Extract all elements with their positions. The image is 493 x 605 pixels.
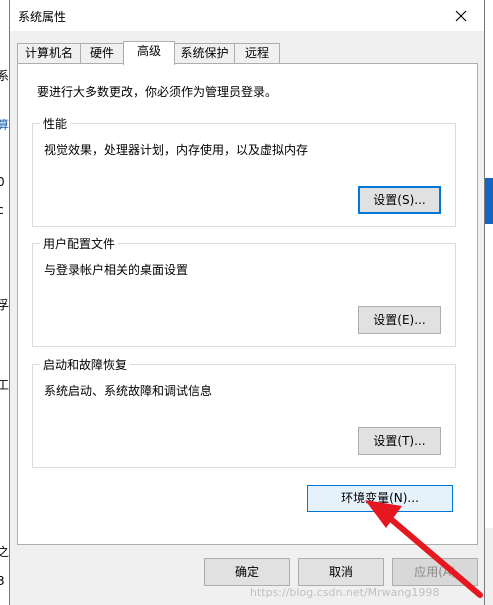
background-text-fragment: 工 xyxy=(0,378,9,392)
group-description: 视觉效果，处理器计划，内存使用，以及虚拟内存 xyxy=(44,143,309,157)
tab-system-protection[interactable]: 系统保护 xyxy=(174,43,235,64)
tab-remote[interactable]: 远程 xyxy=(234,43,280,64)
tab-hardware[interactable]: 硬件 xyxy=(80,43,124,64)
startup-recovery-group: 启动和故障恢复 系统启动、系统故障和调试信息 设置(T)... xyxy=(32,356,456,468)
close-button[interactable] xyxy=(438,0,484,31)
performance-group: 性能 视觉效果，处理器计划，内存使用，以及虚拟内存 设置(S)... xyxy=(32,115,456,227)
cancel-button[interactable]: 取消 xyxy=(298,558,384,586)
dialog-title: 系统属性 xyxy=(18,10,67,24)
background-text-fragment: 之 xyxy=(0,545,9,559)
advanced-tab-panel: 要进行大多数更改，你必须作为管理员登录。 性能 视觉效果，处理器计划，内存使用，… xyxy=(17,63,478,545)
background-text-fragment: c xyxy=(0,203,4,217)
user-profiles-group: 用户配置文件 与登录帐户相关的桌面设置 设置(E)... xyxy=(32,235,456,347)
group-description: 与登录帐户相关的桌面设置 xyxy=(44,263,189,277)
background-window-right-edge xyxy=(485,528,493,605)
background-window-left-edge: 系 算 0 c 孚 工 之 3 xyxy=(0,0,9,605)
group-title: 启动和故障恢复 xyxy=(40,356,131,373)
environment-variables-button[interactable]: 环境变量(N)... xyxy=(307,485,453,512)
background-text-fragment: 系 xyxy=(0,69,9,83)
performance-settings-button[interactable]: 设置(S)... xyxy=(358,186,441,214)
user-profiles-settings-button[interactable]: 设置(E)... xyxy=(358,306,441,334)
group-title: 用户配置文件 xyxy=(40,235,119,252)
admin-notice: 要进行大多数更改，你必须作为管理员登录。 xyxy=(37,85,278,99)
tab-advanced[interactable]: 高级 xyxy=(123,41,175,65)
group-description: 系统启动、系统故障和调试信息 xyxy=(44,384,213,398)
apply-button[interactable]: 应用(A) xyxy=(392,558,478,586)
system-properties-dialog: 系统属性 计算机名 硬件 高级 系统保护 远程 要进行大多数更改，你必须作为管理… xyxy=(9,0,485,605)
background-text-fragment: 孚 xyxy=(0,298,9,312)
watermark: https://blog.csdn.net/Mrwang1998 xyxy=(250,586,440,599)
background-window-accent-bar xyxy=(485,178,493,224)
group-title: 性能 xyxy=(40,115,71,132)
close-icon xyxy=(455,10,467,21)
background-text-fragment: 3 xyxy=(0,574,5,588)
background-text-fragment: 算 xyxy=(0,118,9,132)
tab-computer-name[interactable]: 计算机名 xyxy=(17,43,81,64)
ok-button[interactable]: 确定 xyxy=(204,558,290,586)
title-bar: 系统属性 xyxy=(10,0,484,31)
background-text-fragment: 0 xyxy=(0,175,5,189)
startup-recovery-settings-button[interactable]: 设置(T)... xyxy=(358,427,441,455)
